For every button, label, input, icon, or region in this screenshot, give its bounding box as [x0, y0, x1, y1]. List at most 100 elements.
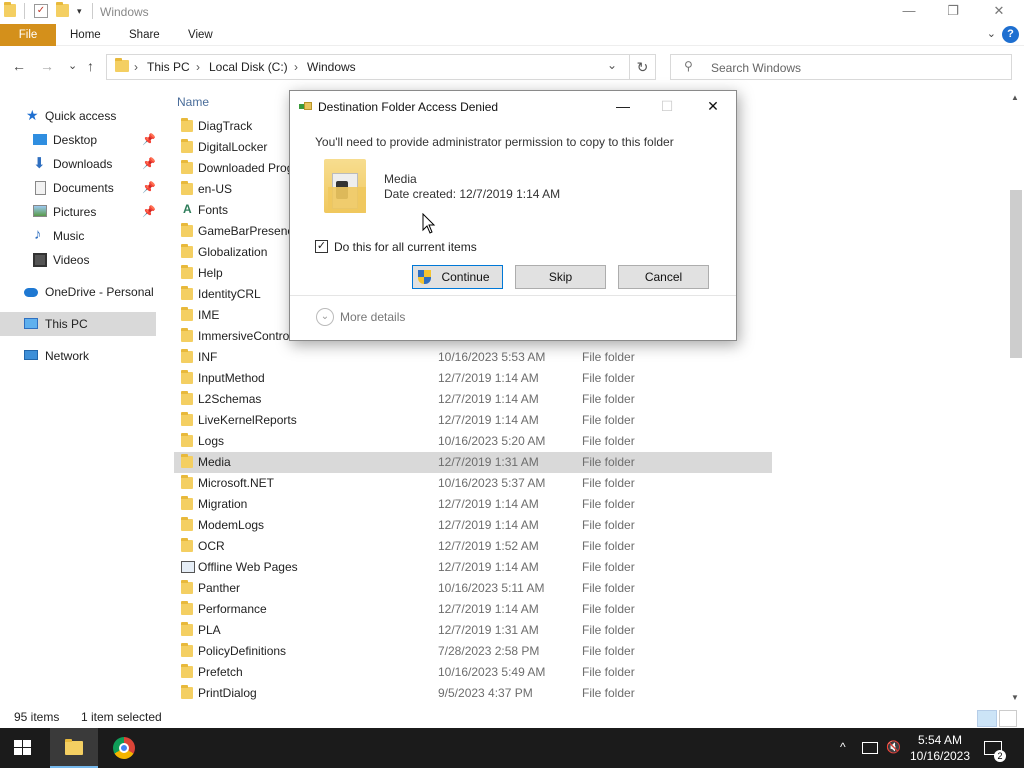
table-row[interactable]: Offline Web Pages 12/7/2019 1:14 AM File f… — [174, 557, 772, 578]
sidebar-item-downloads[interactable]: ⬇ Downloads 📌 — [0, 152, 156, 176]
folder-icon — [181, 307, 193, 324]
file-name: PolicyDefinitions — [198, 644, 287, 658]
dialog-minimize-button[interactable]: — — [608, 95, 638, 117]
back-button[interactable]: ← — [12, 58, 26, 74]
scroll-up-icon[interactable]: ▲ — [1011, 93, 1019, 102]
clock[interactable]: 5:54 AM 10/16/2023 — [900, 732, 980, 764]
breadcrumb-separator[interactable]: › — [196, 60, 200, 74]
breadcrumb-local-disk[interactable]: Local Disk (C:) — [209, 60, 288, 74]
file-name: Globalization — [198, 245, 268, 259]
sidebar-item-documents[interactable]: Documents 📌 — [0, 176, 156, 200]
file-type: File folder — [582, 623, 635, 637]
vertical-scrollbar[interactable]: ▲ ▼ — [1008, 90, 1024, 706]
table-row[interactable]: Migration 12/7/2019 1:14 AM File folder — [174, 494, 772, 515]
table-row[interactable]: Performance 12/7/2019 1:14 AM File folder — [174, 599, 772, 620]
close-button[interactable]: ✕ — [976, 0, 1022, 24]
folder-icon — [181, 244, 193, 261]
folder-icon — [181, 118, 193, 135]
table-row[interactable]: INF 10/16/2023 5:53 AM File folder — [174, 347, 772, 368]
file-date-created: Date created: 12/7/2019 1:14 AM — [384, 187, 561, 201]
table-row[interactable]: ModemLogs 12/7/2019 1:14 AM File folder — [174, 515, 772, 536]
sidebar-item-network[interactable]: Network — [0, 344, 156, 368]
table-row[interactable]: Microsoft.NET 10/16/2023 5:37 AM File fold… — [174, 473, 772, 494]
table-row[interactable]: OCR 12/7/2019 1:52 AM File folder — [174, 536, 772, 557]
file-date-modified: 7/28/2023 2:58 PM — [438, 644, 540, 658]
windows-start-icon[interactable] — [14, 740, 32, 756]
more-details-chevron-icon[interactable]: ⌄ — [316, 308, 334, 326]
tab-view[interactable]: View — [174, 24, 227, 46]
sidebar-item-onedrive[interactable]: OneDrive - Personal — [0, 280, 156, 304]
scroll-down-icon[interactable]: ▼ — [1011, 693, 1019, 702]
cancel-button[interactable]: Cancel — [618, 265, 709, 289]
continue-button[interactable]: Continue — [412, 265, 503, 289]
file-date-modified: 10/16/2023 5:11 AM — [438, 581, 545, 595]
folder-icon — [181, 139, 193, 156]
network-status-icon[interactable] — [862, 742, 878, 754]
apply-to-all-label[interactable]: Do this for all current items — [334, 240, 477, 254]
forward-button[interactable]: → — [40, 58, 54, 74]
sidebar-item-videos[interactable]: Videos — [0, 248, 156, 272]
help-icon[interactable]: ? — [1002, 26, 1019, 43]
show-hidden-icons[interactable]: ^ — [840, 740, 846, 754]
breadcrumb-separator[interactable]: › — [294, 60, 298, 74]
tab-file[interactable]: File — [0, 24, 56, 46]
breadcrumb-this-pc[interactable]: This PC — [147, 60, 190, 74]
address-bar[interactable]: › This PC › Local Disk (C:) › Windows ⌄ — [106, 54, 630, 80]
maximize-button[interactable]: ❐ — [930, 0, 976, 24]
up-button[interactable]: ↑ — [87, 58, 94, 74]
file-name: IME — [198, 308, 220, 322]
chrome-taskbar-icon[interactable] — [100, 728, 148, 768]
new-folder-icon[interactable] — [56, 2, 69, 20]
sidebar-item-pictures[interactable]: Pictures 📌 — [0, 200, 156, 224]
properties-icon[interactable]: ✓ — [34, 4, 48, 18]
breadcrumb-separator[interactable]: › — [134, 60, 138, 74]
breadcrumb-windows[interactable]: Windows — [307, 60, 356, 74]
table-row[interactable]: L2Schemas 12/7/2019 1:14 AM File folder — [174, 389, 772, 410]
table-row[interactable]: LiveKernelReports 12/7/2019 1:14 AM File f… — [174, 410, 772, 431]
tab-share[interactable]: Share — [115, 24, 174, 46]
refresh-button[interactable]: ↻ — [630, 54, 656, 80]
table-row[interactable]: InputMethod 12/7/2019 1:14 AM File folder — [174, 368, 772, 389]
table-row[interactable]: PolicyDefinitions 7/28/2023 2:58 PM File f… — [174, 641, 772, 662]
file-explorer-taskbar-icon[interactable] — [50, 728, 98, 768]
address-dropdown-icon[interactable]: ⌄ — [607, 58, 617, 72]
folder-icon — [181, 181, 193, 198]
column-header-name[interactable]: Name — [177, 95, 209, 109]
folder-icon — [181, 265, 193, 282]
scrollbar-thumb[interactable] — [1010, 190, 1022, 358]
file-date-modified: 10/16/2023 5:49 AM — [438, 665, 546, 679]
dialog-close-button[interactable]: ✕ — [698, 95, 728, 117]
file-type: File folder — [582, 392, 635, 406]
volume-muted-icon[interactable]: 🔇 — [886, 740, 901, 754]
table-row[interactable]: PrintDialog 9/5/2023 4:37 PM File folder — [174, 683, 772, 704]
search-input[interactable]: ⚲ Search Windows — [670, 54, 1012, 80]
file-type: File folder — [582, 686, 635, 700]
table-row[interactable]: PLA 12/7/2019 1:31 AM File folder — [174, 620, 772, 641]
sidebar-item-quick-access[interactable]: ★ Quick access — [0, 104, 156, 128]
mouse-cursor-icon — [422, 213, 436, 234]
file-type: File folder — [582, 497, 635, 511]
expand-ribbon-icon[interactable]: ⌄ — [987, 27, 996, 40]
skip-button[interactable]: Skip — [515, 265, 606, 289]
table-row[interactable]: Media 12/7/2019 1:31 AM File folder — [174, 452, 772, 473]
minimize-button[interactable]: — — [886, 0, 932, 24]
table-row[interactable]: Prefetch 10/16/2023 5:49 AM File folder — [174, 662, 772, 683]
more-details-link[interactable]: More details — [340, 310, 405, 324]
sidebar-item-desktop[interactable]: Desktop 📌 — [0, 128, 156, 152]
videos-icon — [33, 253, 47, 267]
ribbon-tabs: File Home Share View ⌄ ? — [0, 24, 1024, 46]
sidebar-item-this-pc[interactable]: This PC — [0, 312, 156, 336]
file-name: Offline Web Pages — [198, 560, 298, 574]
folder-icon — [181, 517, 193, 534]
continue-label: Continue — [441, 270, 490, 284]
large-icons-view-icon[interactable] — [999, 710, 1017, 727]
table-row[interactable]: Panther 10/16/2023 5:11 AM File folder — [174, 578, 772, 599]
table-row[interactable]: Logs 10/16/2023 5:20 AM File folder — [174, 431, 772, 452]
web-folder-icon — [181, 561, 195, 576]
tab-home[interactable]: Home — [56, 24, 115, 46]
apply-to-all-checkbox[interactable]: ✓ — [315, 240, 328, 253]
details-view-icon[interactable] — [977, 710, 997, 727]
sidebar-item-music[interactable]: ♪ Music — [0, 224, 156, 248]
recent-locations-button[interactable]: ⌄ — [68, 59, 77, 72]
customize-quick-access-icon[interactable]: ▾ — [77, 6, 82, 17]
